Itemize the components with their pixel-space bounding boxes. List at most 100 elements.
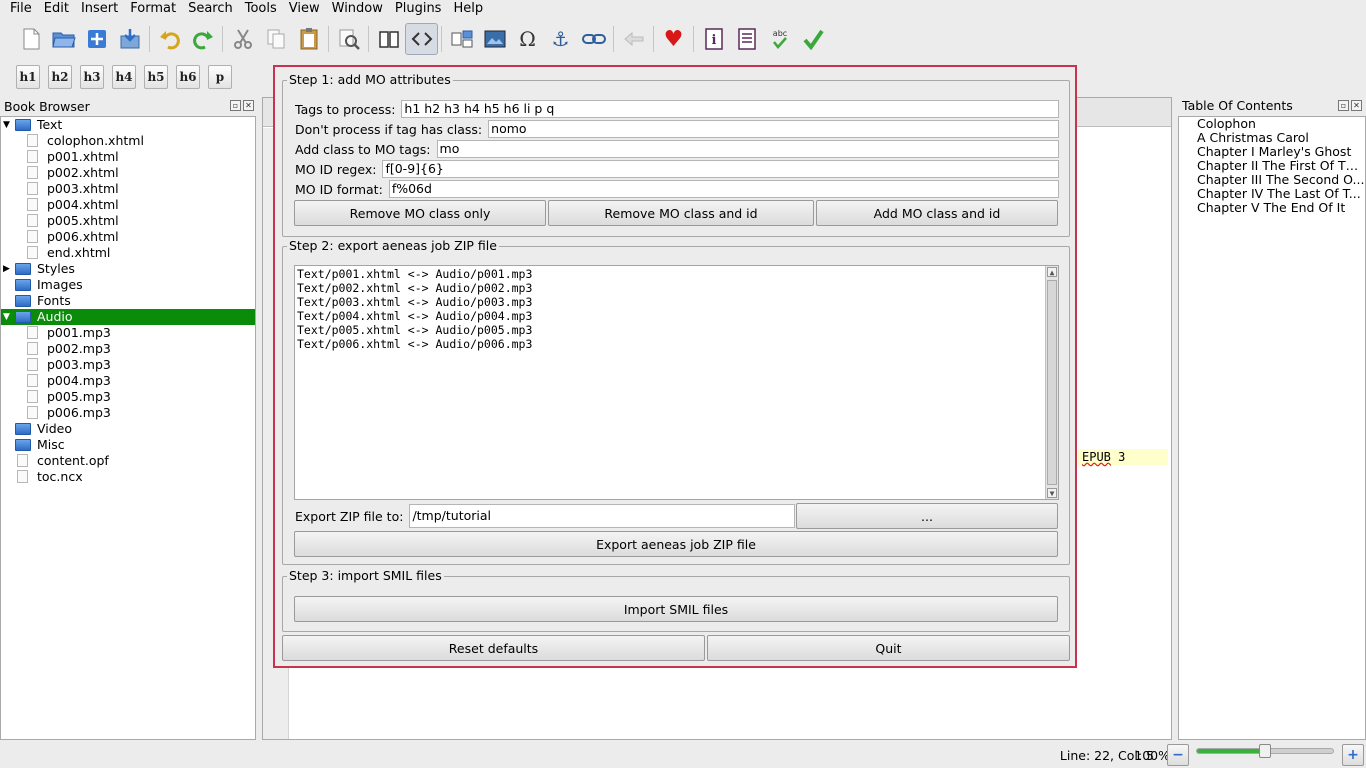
remove-mo-class-id-button[interactable]: Remove MO class and id [548, 200, 814, 226]
zoom-slider-handle[interactable] [1259, 744, 1271, 758]
scroll-up-icon[interactable]: ▲ [1047, 267, 1057, 277]
toc-item[interactable]: Chapter II The First Of Th... [1197, 159, 1365, 173]
heading-p-button[interactable]: p [208, 65, 232, 89]
heading-h4-button[interactable]: h4 [112, 65, 136, 89]
tree-file-item[interactable]: p005.mp3 [1, 389, 255, 405]
tree-folder-item[interactable]: Images [1, 277, 255, 293]
cut-icon[interactable] [226, 23, 259, 55]
heading-h3-button[interactable]: h3 [80, 65, 104, 89]
addclass-input[interactable]: mo [436, 140, 1059, 158]
menu-search[interactable]: Search [182, 0, 239, 18]
metadata-icon[interactable]: i [697, 23, 730, 55]
import-smil-button[interactable]: Import SMIL files [294, 596, 1058, 622]
close-panel-icon[interactable]: ✕ [243, 100, 254, 111]
quit-button[interactable]: Quit [707, 635, 1070, 661]
tree-folder-item[interactable]: Misc [1, 437, 255, 453]
expand-arrow-icon[interactable]: ▼ [3, 309, 13, 325]
find-replace-icon[interactable] [332, 23, 365, 55]
redo-icon[interactable] [186, 23, 219, 55]
tree-file-item[interactable]: content.opf [1, 453, 255, 469]
book-view-icon[interactable] [372, 23, 405, 55]
add-mo-class-id-button[interactable]: Add MO class and id [816, 200, 1058, 226]
heading-h6-button[interactable]: h6 [176, 65, 200, 89]
tree-file-item[interactable]: p005.xhtml [1, 213, 255, 229]
collapse-arrow-icon[interactable]: ▶ [3, 261, 13, 277]
regex-input[interactable]: f[0-9]{6} [382, 160, 1059, 178]
menu-help[interactable]: Help [447, 0, 489, 18]
noproc-input[interactable]: nomo [488, 120, 1059, 138]
zoom-out-icon[interactable]: − [1167, 744, 1189, 766]
zoom-in-icon[interactable]: + [1342, 744, 1364, 766]
float-panel-icon[interactable]: ▫ [230, 100, 241, 111]
export-zip-button[interactable]: Export aeneas job ZIP file [294, 531, 1058, 557]
tree-file-item[interactable]: p006.mp3 [1, 405, 255, 421]
new-file-icon[interactable] [14, 23, 47, 55]
back-arrow-icon[interactable] [617, 23, 650, 55]
tree-folder-item[interactable]: Fonts [1, 293, 255, 309]
menu-window[interactable]: Window [326, 0, 389, 18]
tree-file-item[interactable]: p002.xhtml [1, 165, 255, 181]
browse-button[interactable]: ... [796, 503, 1058, 529]
menu-plugins[interactable]: Plugins [389, 0, 448, 18]
tree-file-item[interactable]: end.xhtml [1, 245, 255, 261]
heading-h1-button[interactable]: h1 [16, 65, 40, 89]
tree-file-item[interactable]: colophon.xhtml [1, 133, 255, 149]
tree-file-item[interactable]: p003.xhtml [1, 181, 255, 197]
anchor-icon[interactable]: ⚓ [544, 23, 577, 55]
export-path-input[interactable]: /tmp/tutorial [409, 504, 795, 528]
toc-item[interactable]: Chapter III The Second O... [1197, 173, 1365, 187]
close-panel-icon[interactable]: ✕ [1351, 100, 1362, 111]
heading-h5-button[interactable]: h5 [144, 65, 168, 89]
book-browser-tree[interactable]: ▼ Text colophon.xhtml p001.xhtml p002.xhtml p… [0, 116, 256, 740]
validate-checkmark-icon[interactable] [796, 23, 829, 55]
toc-item[interactable]: Chapter V The End Of It [1197, 201, 1365, 215]
tree-folder-item[interactable]: ▼ Audio [1, 309, 255, 325]
expand-arrow-icon[interactable]: ▼ [3, 117, 13, 133]
toc-icon[interactable] [730, 23, 763, 55]
tree-folder-item[interactable]: ▼ Text [1, 117, 255, 133]
heading-h2-button[interactable]: h2 [48, 65, 72, 89]
tree-file-item[interactable]: toc.ncx [1, 469, 255, 485]
add-file-icon[interactable] [80, 23, 113, 55]
spellcheck-icon[interactable]: abc [763, 23, 796, 55]
tree-file-item[interactable]: p002.mp3 [1, 341, 255, 357]
format-input[interactable]: f%06d [388, 180, 1059, 198]
vertical-scrollbar[interactable]: ▲ ▼ [1045, 266, 1058, 499]
tree-file-item[interactable]: p001.xhtml [1, 149, 255, 165]
zoom-slider[interactable] [1196, 744, 1334, 758]
tags-input[interactable]: h1 h2 h3 h4 h5 h6 li p q [401, 100, 1059, 118]
special-character-icon[interactable]: Ω [511, 23, 544, 55]
toc-item[interactable]: Colophon [1197, 117, 1365, 131]
menu-file[interactable]: File [4, 0, 38, 18]
scroll-thumb[interactable] [1047, 280, 1057, 485]
tree-file-item[interactable]: p006.xhtml [1, 229, 255, 245]
paste-icon[interactable] [292, 23, 325, 55]
float-panel-icon[interactable]: ▫ [1338, 100, 1349, 111]
tree-file-item[interactable]: p001.mp3 [1, 325, 255, 341]
open-folder-icon[interactable] [47, 23, 80, 55]
toc-item[interactable]: A Christmas Carol [1197, 131, 1365, 145]
toc-item[interactable]: Chapter I Marley's Ghost [1197, 145, 1365, 159]
split-icon[interactable] [445, 23, 478, 55]
menu-insert[interactable]: Insert [75, 0, 124, 18]
donate-heart-icon[interactable]: ♥ [657, 23, 690, 55]
tree-file-item[interactable]: p004.mp3 [1, 373, 255, 389]
menu-tools[interactable]: Tools [239, 0, 283, 18]
tree-file-item[interactable]: p003.mp3 [1, 357, 255, 373]
tree-folder-item[interactable]: ▶ Styles [1, 261, 255, 277]
scroll-down-icon[interactable]: ▼ [1047, 488, 1057, 498]
menu-view[interactable]: View [283, 0, 326, 18]
undo-icon[interactable] [153, 23, 186, 55]
menu-format[interactable]: Format [124, 0, 182, 18]
remove-mo-class-button[interactable]: Remove MO class only [294, 200, 546, 226]
save-icon[interactable] [113, 23, 146, 55]
link-icon[interactable] [577, 23, 610, 55]
tree-folder-item[interactable]: Video [1, 421, 255, 437]
menu-edit[interactable]: Edit [38, 0, 75, 18]
tree-file-item[interactable]: p004.xhtml [1, 197, 255, 213]
code-view-icon[interactable] [405, 23, 438, 55]
insert-image-icon[interactable] [478, 23, 511, 55]
reset-defaults-button[interactable]: Reset defaults [282, 635, 705, 661]
mapping-textarea[interactable]: Text/p001.xhtml <-> Audio/p001.mp3 Text/p… [294, 265, 1059, 500]
copy-icon[interactable] [259, 23, 292, 55]
